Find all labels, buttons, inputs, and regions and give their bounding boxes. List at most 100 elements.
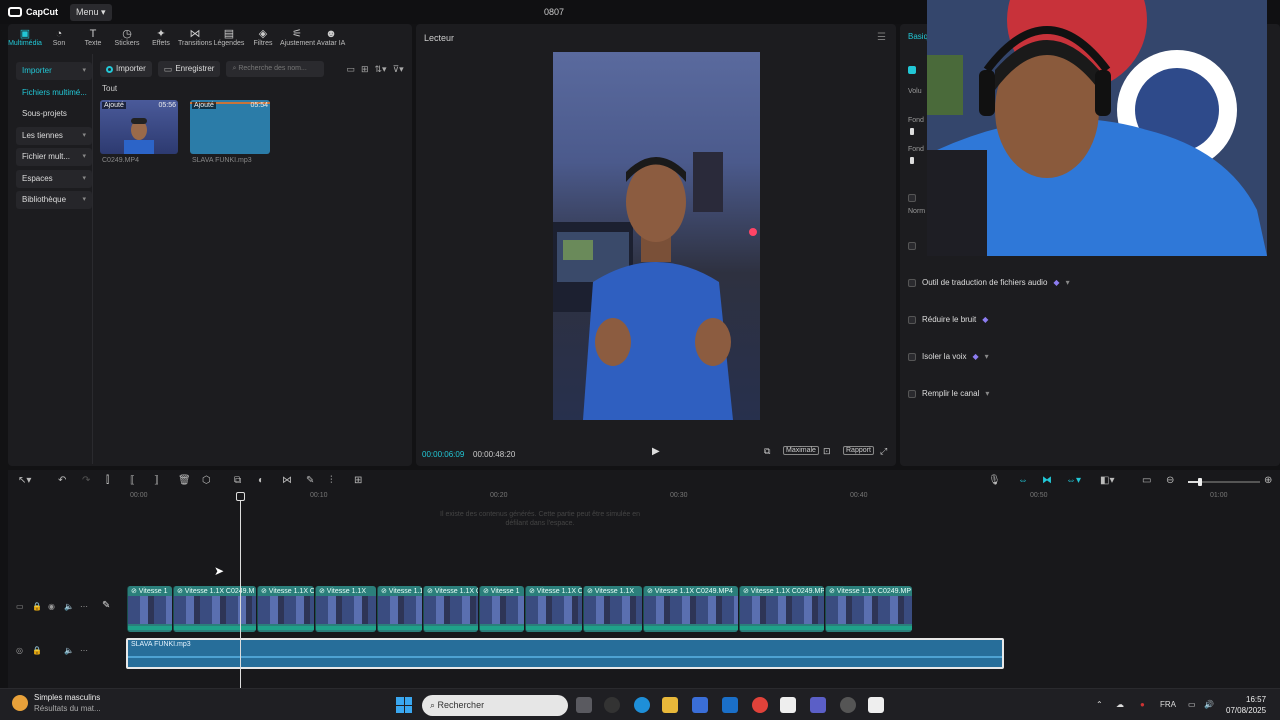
volume-icon[interactable]: 🔊 xyxy=(1204,700,1214,709)
video-clip[interactable]: ⊘ Vitesse 1 xyxy=(479,586,524,632)
more-icon[interactable]: ⋯ xyxy=(80,646,88,655)
fade-in-slider[interactable] xyxy=(910,128,914,135)
edit-cover-icon[interactable]: ✎ xyxy=(102,600,110,611)
checkbox[interactable] xyxy=(908,352,916,361)
weather-widget[interactable]: Simples masculins Résultats du mat... xyxy=(12,693,101,713)
tray-chevron-icon[interactable]: ⌃ xyxy=(1096,700,1103,709)
video-clip[interactable]: ⊘ Vitesse 1.1 xyxy=(377,586,422,632)
chrome-icon[interactable] xyxy=(752,697,768,713)
fade-out-slider[interactable] xyxy=(910,157,914,164)
checkbox[interactable] xyxy=(908,66,916,74)
tray-app-icon[interactable]: ● xyxy=(1140,700,1145,709)
layout-icon[interactable]: ⊞ xyxy=(354,475,362,486)
zoom-slider[interactable] xyxy=(1188,478,1260,486)
normalize-checkbox-row[interactable] xyxy=(908,194,916,202)
preview-axis-icon[interactable]: ◧▾ xyxy=(1100,475,1114,486)
freeze-icon[interactable]: ⋈ xyxy=(282,475,292,486)
magnet-icon[interactable]: ⧓ xyxy=(1042,475,1052,486)
link-main-icon[interactable]: ⇔ xyxy=(1018,475,1028,486)
outlook-icon[interactable] xyxy=(722,697,738,713)
checkbox[interactable] xyxy=(908,278,916,287)
snapshot-icon[interactable]: ⊡ xyxy=(823,446,831,457)
filter-icon[interactable]: ⊽▾ xyxy=(393,64,404,75)
mask-icon[interactable]: ◐ xyxy=(258,475,264,486)
record-button[interactable]: ▭ Enregistrer xyxy=(157,61,221,77)
network-icon[interactable]: ▭ xyxy=(1188,700,1196,709)
video-preview[interactable] xyxy=(553,52,760,420)
zoom-out-icon[interactable]: ⊖ xyxy=(1166,475,1174,486)
audio-track-icon[interactable]: ◎ xyxy=(16,646,23,655)
ratio-button[interactable]: Rapport xyxy=(843,446,874,455)
microphone-icon[interactable]: 🎙 xyxy=(988,475,1001,486)
chevron-down-icon[interactable]: ▾ xyxy=(1066,278,1070,287)
grid-view-icon[interactable]: ⊞ xyxy=(361,64,369,75)
sidebar-item-4[interactable]: Fichier mult... ▾ xyxy=(16,148,92,166)
playhead-handle[interactable] xyxy=(236,492,245,501)
video-clip[interactable]: ⊘ Vitesse 1.1X xyxy=(315,586,376,632)
video-clip[interactable]: ⊘ Vitesse 1.1X C0249.MP xyxy=(825,586,912,632)
lock-icon[interactable]: 🔒 xyxy=(32,602,42,611)
audio-split-icon[interactable]: ⫶ xyxy=(330,475,333,486)
folder-icon[interactable]: ▭ xyxy=(346,64,355,75)
undo-icon[interactable]: ↶ xyxy=(58,475,66,486)
video-clip[interactable]: ⊘ Vitesse 1 xyxy=(127,586,172,632)
sidebar-item-1[interactable]: Fichiers multimé... xyxy=(16,84,92,102)
sidebar-item-6[interactable]: Bibliothèque ▾ xyxy=(16,191,92,209)
capcut-active-icon[interactable] xyxy=(868,697,884,713)
sidebar-item-5[interactable]: Espaces ▾ xyxy=(16,169,92,188)
video-clip[interactable]: ⊘ Vitesse 1.1X C024 xyxy=(257,586,314,632)
marker-icon[interactable]: ⬡ xyxy=(202,475,211,486)
cover-icon[interactable]: ▭ xyxy=(16,602,24,611)
checkbox[interactable] xyxy=(908,194,916,202)
audio-option-row[interactable]: Remplir le canal ▾ xyxy=(908,389,989,398)
audio-option-row[interactable]: Réduire le bruit ◆ xyxy=(908,315,988,324)
capcut-taskbar-icon[interactable] xyxy=(780,697,796,713)
video-clip[interactable]: ⊘ Vitesse 1.1X xyxy=(583,586,642,632)
tab-effects[interactable]: ✦ Effets xyxy=(144,26,178,52)
video-clip[interactable]: ⊘ Vitesse 1.1X C02 xyxy=(525,586,582,632)
link-icon[interactable]: ⇔▾ xyxy=(1066,475,1081,486)
tab-adjust[interactable]: ⚟ Ajustement xyxy=(280,26,315,52)
system-clock[interactable]: 16:57 07/08/2025 xyxy=(1226,694,1266,716)
onedrive-icon[interactable]: ☁ xyxy=(1116,700,1124,709)
audio-option-row[interactable]: Isoler la voix ◆ ▾ xyxy=(908,352,989,361)
video-clip[interactable]: ⊘ Vitesse 1.1X C0249.MP4 xyxy=(739,586,824,632)
captions-track-icon[interactable]: ▭ xyxy=(1142,475,1151,486)
sidebar-item-3[interactable]: Les tiennes ▾ xyxy=(16,126,92,145)
delete-icon[interactable]: 🗑 xyxy=(178,475,191,486)
teams-icon[interactable] xyxy=(810,697,826,713)
media-item-audio[interactable]: Ajouté 05:54 xyxy=(190,100,270,154)
split-left-icon[interactable]: ⟦ xyxy=(130,475,135,486)
extra-checkbox-row[interactable] xyxy=(908,242,916,250)
tab-ai-avatar[interactable]: ☻ Avatar IA xyxy=(314,26,348,52)
zoom-in-icon[interactable]: ⊕ xyxy=(1264,475,1272,486)
play-button[interactable]: ▶ xyxy=(652,446,660,457)
visibility-icon[interactable]: ◉ xyxy=(48,602,55,611)
media-item-video[interactable]: Ajouté 05:56 xyxy=(100,100,178,154)
checkbox[interactable] xyxy=(908,389,916,398)
select-tool-icon[interactable]: ↖▾ xyxy=(18,475,31,486)
maximize-button[interactable]: Maximale xyxy=(783,446,819,455)
tab-media[interactable]: ▣ Multimédia xyxy=(8,26,42,52)
more-icon[interactable]: ⋯ xyxy=(80,602,88,611)
tab-filters[interactable]: ◈ Filtres xyxy=(246,26,280,52)
tab-audio[interactable]: ◔ Son xyxy=(42,26,76,52)
sidebar-item-2[interactable]: Sous-projets xyxy=(16,105,92,123)
obs-icon[interactable] xyxy=(840,697,856,713)
taskbar-search[interactable]: ⌕ Rechercher xyxy=(422,695,568,716)
ai-icon[interactable]: ✎ xyxy=(306,475,314,486)
checkbox[interactable] xyxy=(908,315,916,324)
chevron-down-icon[interactable]: ▾ xyxy=(985,352,989,361)
mute-icon[interactable]: 🔈 xyxy=(64,646,74,655)
tab-transitions[interactable]: ⋈ Transitions xyxy=(178,26,212,52)
video-clip[interactable]: ⊘ Vitesse 1.1X C xyxy=(423,586,478,632)
redo-icon[interactable]: ↷ xyxy=(82,475,90,486)
tab-sticker[interactable]: ◷ Stickers xyxy=(110,26,144,52)
video-clip[interactable]: ⊘ Vitesse 1.1X C0249.MP4 xyxy=(643,586,738,632)
checkbox[interactable] xyxy=(908,242,916,250)
file-explorer-icon[interactable] xyxy=(662,697,678,713)
import-button[interactable]: Importer xyxy=(100,61,152,77)
split-icon[interactable]: ⫿ xyxy=(106,475,109,486)
video-clip[interactable]: ⊘ Vitesse 1.1X C0249.M xyxy=(173,586,256,632)
timeline-ruler[interactable]: 00:00 00:10 00:20 00:30 00:40 00:50 01:00 xyxy=(8,492,1280,502)
